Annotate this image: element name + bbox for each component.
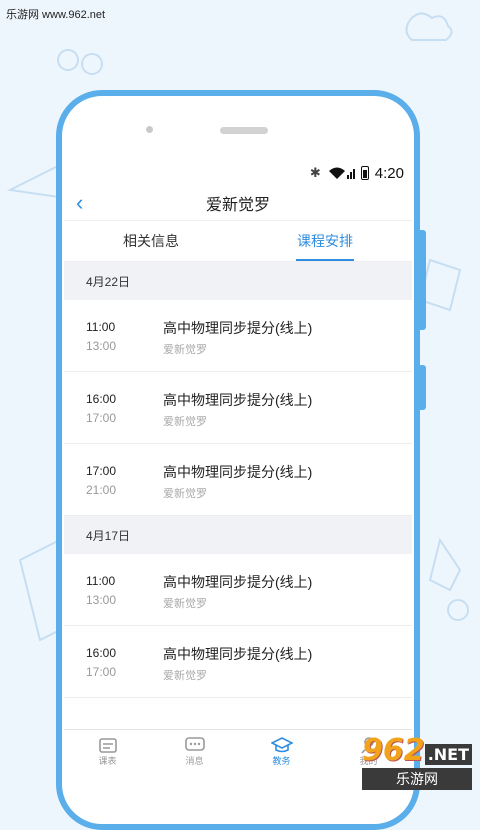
schedule-list: 4月22日 11:00 13:00 高中物理同步提分(线上) 爱新觉罗 16:0…	[64, 262, 412, 698]
page-title: 爱新觉罗	[205, 197, 270, 214]
app-screen: ✱ 4:20 ‹ 爱新觉罗 相关信息 课程安排 4月22日 11:00 13:0…	[64, 160, 412, 768]
start-time: 11:00	[86, 320, 116, 334]
graduation-cap-icon	[270, 737, 293, 753]
list-item[interactable]: 11:00 13:00 高中物理同步提分(线上) 爱新觉罗	[64, 300, 412, 372]
end-time: 13:00	[86, 593, 117, 607]
teacher-name: 爱新觉罗	[163, 598, 207, 610]
site-logo: 962 .NET 乐游网	[362, 733, 472, 790]
bluetooth-icon: ✱	[309, 165, 321, 180]
phone-side-button-top	[420, 230, 426, 330]
nav-label: 课表	[98, 756, 117, 766]
course-name: 高中物理同步提分(线上)	[163, 320, 313, 336]
tab-related-info[interactable]: 相关信息	[64, 221, 238, 261]
list-item[interactable]: 16:00 17:00 高中物理同步提分(线上) 爱新觉罗	[64, 372, 412, 444]
tab-bar: 相关信息 课程安排	[64, 221, 412, 262]
chat-icon	[184, 737, 205, 751]
list-item[interactable]: 17:00 21:00 高中物理同步提分(线上) 爱新觉罗	[64, 444, 412, 516]
list-item[interactable]: 16:00 17:00 高中物理同步提分(线上) 爱新觉罗	[64, 626, 412, 698]
start-time: 16:00	[86, 392, 117, 406]
start-time: 17:00	[86, 464, 117, 478]
start-time: 11:00	[86, 574, 116, 588]
list-item[interactable]: 11:00 13:00 高中物理同步提分(线上) 爱新觉罗	[64, 554, 412, 626]
course-name: 高中物理同步提分(线上)	[163, 646, 313, 662]
logo-net: .NET	[424, 744, 472, 765]
phone-side-button-bottom	[420, 365, 426, 410]
end-time: 17:00	[86, 411, 117, 425]
nav-label: 教务	[272, 756, 291, 766]
date-header: 4月22日	[64, 262, 412, 300]
status-bar: ✱ 4:20	[64, 160, 412, 186]
teacher-name: 爱新觉罗	[163, 488, 207, 500]
nav-item-schedule[interactable]: 课表	[64, 730, 151, 768]
course-name: 高中物理同步提分(线上)	[163, 574, 313, 590]
teacher-name: 爱新觉罗	[163, 670, 207, 682]
status-time: 4:20	[374, 164, 404, 182]
logo-number: 962	[362, 733, 425, 768]
bottom-nav: 课表 消息 教务 我的	[64, 729, 412, 768]
course-name: 高中物理同步提分(线上)	[163, 392, 313, 408]
nav-item-messages[interactable]: 消息	[151, 730, 238, 768]
earpiece-speaker	[220, 127, 268, 134]
nav-label: 消息	[185, 756, 204, 766]
logo-cn: 乐游网	[362, 768, 472, 790]
teacher-name: 爱新觉罗	[163, 344, 207, 356]
front-camera	[146, 126, 153, 133]
date-header: 4月17日	[64, 516, 412, 554]
chevron-left-icon[interactable]: ‹	[76, 190, 83, 216]
end-time: 17:00	[86, 665, 117, 679]
top-bar: ‹ 爱新觉罗	[64, 186, 412, 221]
start-time: 16:00	[86, 646, 117, 660]
nav-item-academic[interactable]: 教务	[238, 730, 325, 768]
course-name: 高中物理同步提分(线上)	[163, 464, 313, 480]
end-time: 21:00	[86, 483, 117, 497]
calendar-icon	[98, 738, 117, 753]
end-time: 13:00	[86, 339, 117, 353]
signal-icon	[328, 167, 355, 179]
battery-icon	[360, 166, 369, 180]
teacher-name: 爱新觉罗	[163, 416, 207, 428]
tab-course-schedule[interactable]: 课程安排	[238, 221, 412, 261]
